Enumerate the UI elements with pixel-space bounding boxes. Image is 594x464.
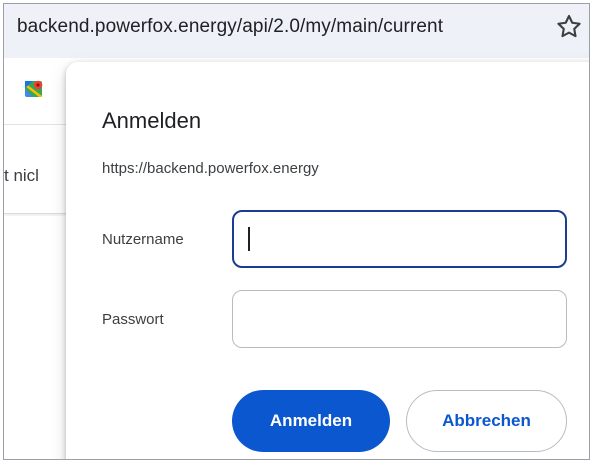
maps-icon[interactable] bbox=[24, 79, 44, 99]
dialog-title: Anmelden bbox=[102, 108, 202, 133]
dialog-origin: https://backend.powerfox.energy bbox=[102, 160, 319, 177]
star-icon[interactable] bbox=[554, 12, 584, 42]
password-label: Passwort bbox=[102, 311, 164, 328]
auth-dialog: Anmelden https://backend.powerfox.energy… bbox=[66, 62, 589, 459]
text-caret bbox=[248, 227, 250, 251]
submit-button[interactable]: Anmelden bbox=[232, 390, 390, 452]
browser-window: backend.powerfox.energy/api/2.0/my/main/… bbox=[3, 3, 590, 460]
username-label: Nutzername bbox=[102, 231, 184, 248]
password-input[interactable] bbox=[232, 290, 567, 348]
username-input[interactable] bbox=[232, 210, 567, 268]
background-text: t nicl bbox=[4, 166, 39, 185]
cancel-button[interactable]: Abbrechen bbox=[406, 390, 567, 452]
background-page bbox=[4, 216, 66, 459]
address-bar[interactable]: backend.powerfox.energy/api/2.0/my/main/… bbox=[4, 4, 589, 58]
url-text[interactable]: backend.powerfox.energy/api/2.0/my/main/… bbox=[17, 16, 443, 38]
